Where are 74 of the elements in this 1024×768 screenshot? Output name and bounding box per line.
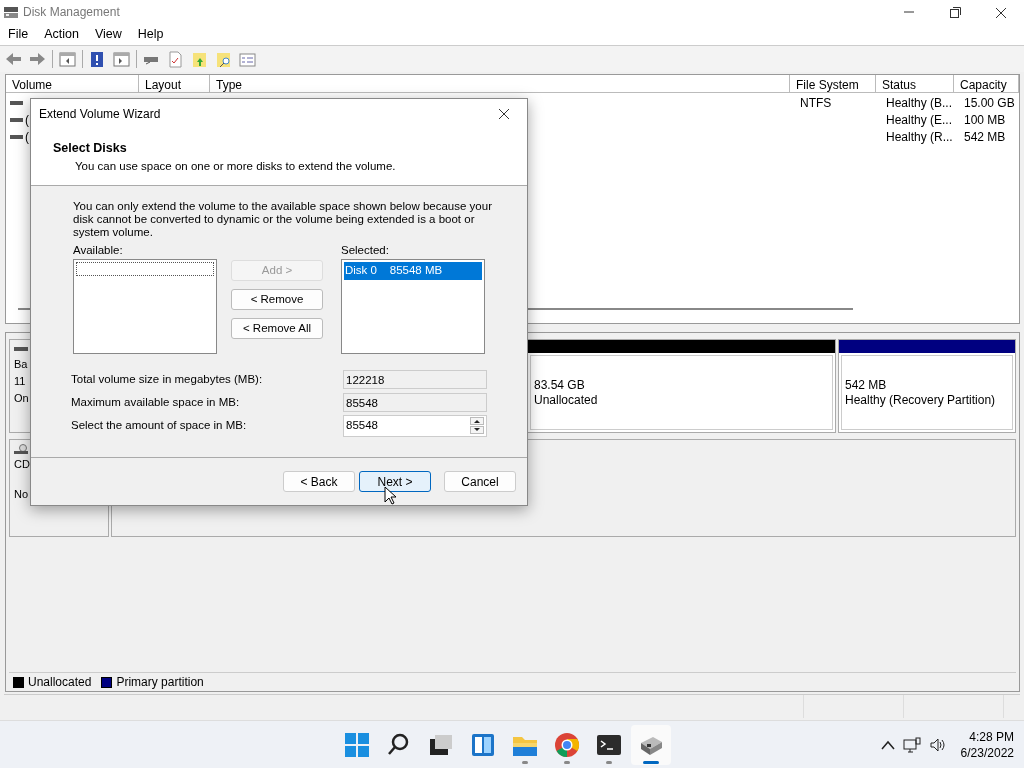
disk-info: 11 [14, 374, 26, 389]
partition-size: 83.54 GB [534, 378, 586, 393]
back-icon[interactable] [4, 50, 23, 68]
dialog-title: Extend Volume Wizard [39, 106, 161, 123]
menu-item[interactable]: Action [36, 25, 87, 44]
menu-item[interactable]: View [86, 25, 130, 44]
table-cell-text: NTFS [799, 94, 833, 112]
search-folder-icon[interactable] [214, 50, 233, 68]
disk-info: No [14, 487, 29, 502]
disk-info: CD [14, 457, 30, 472]
volume-icon[interactable] [928, 736, 947, 753]
partition-status: Unallocated [534, 393, 599, 408]
partition[interactable]: 83.54 GB Unallocated [527, 339, 836, 433]
menu-item[interactable]: File [0, 25, 37, 44]
wizard-heading: Select Disks [53, 140, 128, 157]
wizard-button[interactable]: < Back [283, 471, 355, 492]
window-title: Disk Management [23, 4, 120, 21]
wizard-subtitle: You can use space on one or more disks to extend the volume. [75, 158, 397, 174]
drive-icon [10, 98, 23, 107]
move-button[interactable]: < Remove [231, 289, 323, 310]
drive-icon [10, 115, 23, 124]
table-cell-text: Healthy (E... [885, 111, 954, 129]
partition-size: 542 MB [845, 378, 888, 393]
forward-icon[interactable] [28, 50, 47, 68]
table-cell-text: ( [24, 128, 30, 146]
spin-down-icon[interactable] [470, 426, 484, 435]
field-label: Select the amount of space in MB: [71, 418, 248, 434]
close-icon[interactable] [497, 107, 511, 121]
available-list[interactable] [73, 259, 217, 355]
mouse-pointer-icon [384, 486, 396, 505]
browser-icon[interactable] [553, 730, 581, 759]
wizard-button[interactable]: Next > [359, 471, 431, 492]
menu-item[interactable]: Help [129, 25, 172, 44]
readonly-field: 85548 [343, 393, 487, 413]
list-label: Available: [73, 243, 124, 258]
table-cell-text: Healthy (R... [885, 128, 954, 146]
spin-up-icon[interactable] [470, 417, 484, 426]
disk-info: On [14, 391, 29, 406]
table-cell-text: 542 MB [963, 128, 1007, 146]
field-label: Maximum available space in MB: [71, 395, 241, 411]
selected-list[interactable]: Disk 0 85548 MB [341, 259, 485, 355]
legend-label: Primary partition [116, 674, 204, 691]
close-icon[interactable] [994, 5, 1008, 19]
readonly-field: 122218 [343, 370, 487, 390]
partition-status: Healthy (Recovery Partition) [845, 393, 997, 408]
instruction-text: You can only extend the volume to the available space shown below because your disk cannot be converted to dynamic or the volume being extended is a boot or system volume. [73, 200, 493, 239]
panel-icon[interactable] [58, 50, 77, 68]
field-label: Total volume size in megabytes (MB): [71, 372, 264, 388]
wizard-button[interactable]: Cancel [444, 471, 516, 492]
clock-time: 4:28 PM [969, 728, 1014, 745]
panel-icon[interactable] [112, 50, 131, 68]
table-cell-text: 100 MB [963, 111, 1007, 129]
spin-field[interactable]: 85548 [343, 414, 487, 437]
app-icon [3, 5, 19, 19]
table-cell-text: Healthy (B... [885, 94, 954, 112]
list-label: Selected: [341, 243, 390, 258]
move-button[interactable]: < Remove All [231, 318, 323, 339]
chevron-up-icon[interactable] [880, 739, 895, 750]
disk-info: Ba [14, 357, 28, 372]
drive-icon [10, 132, 23, 141]
restore-icon[interactable] [948, 5, 962, 19]
table-cell-text: 15.00 GB [963, 94, 1016, 112]
field-value: 85548 [345, 418, 379, 434]
cd-drive-icon [14, 444, 30, 455]
clock[interactable]: 4:28 PM 6/23/2022 [960, 728, 1014, 761]
table-cell-text: ( [24, 111, 30, 129]
clock-date: 6/23/2022 [960, 744, 1014, 761]
legend-label: Unallocated [28, 674, 92, 691]
start-icon[interactable] [343, 730, 371, 759]
list-item[interactable]: Disk 0 85548 MB [344, 262, 482, 280]
folder-up-icon[interactable] [190, 50, 209, 68]
partition[interactable]: 542 MB Healthy (Recovery Partition) [838, 339, 1016, 433]
network-icon[interactable] [902, 736, 921, 753]
checklist-icon[interactable] [166, 50, 185, 68]
